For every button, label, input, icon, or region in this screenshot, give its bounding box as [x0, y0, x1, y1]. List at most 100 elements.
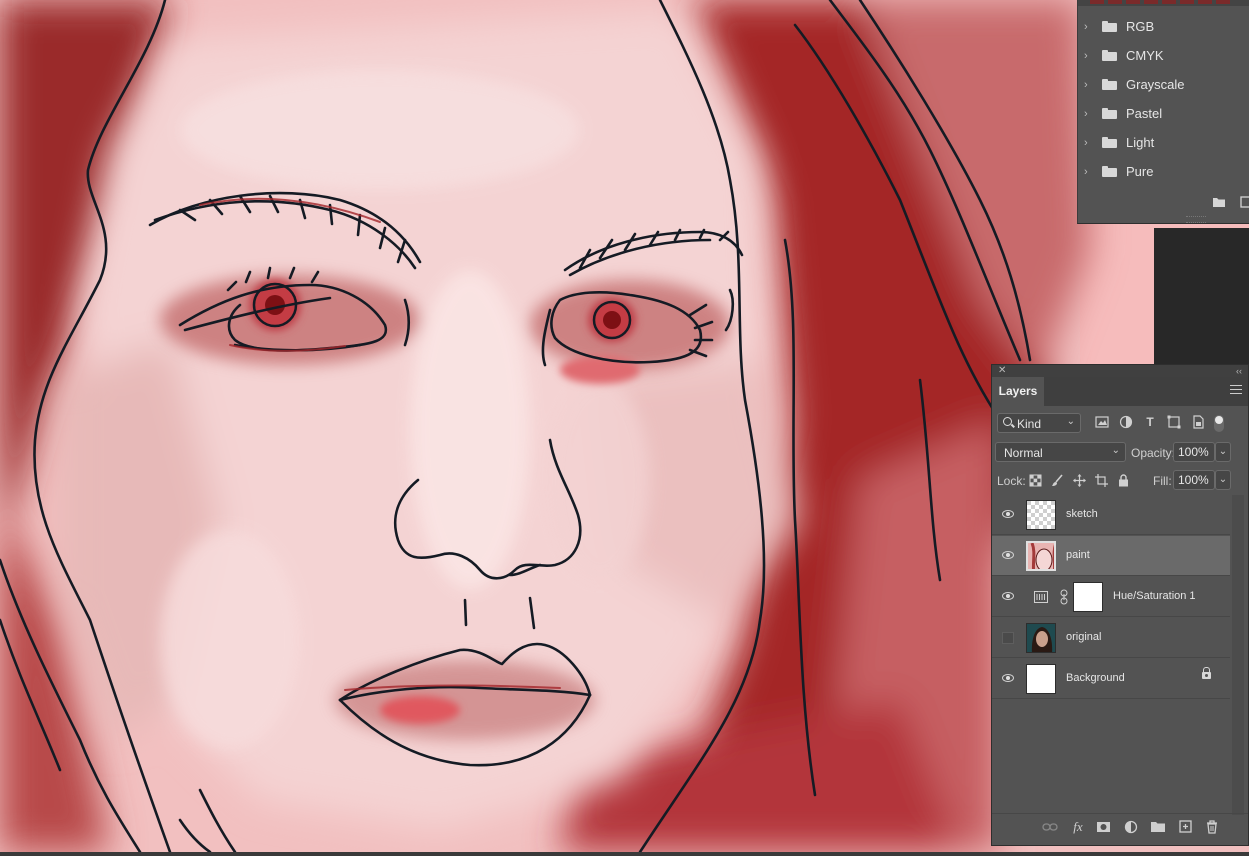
layer-name[interactable]: sketch	[1066, 508, 1098, 520]
chevron-right-icon[interactable]: ›	[1084, 21, 1098, 33]
status-bar	[0, 852, 1249, 856]
new-swatch-icon[interactable]	[1240, 196, 1249, 208]
panel-title-bar[interactable]: ✕ ‹‹	[992, 365, 1248, 377]
layer-thumbnail-background	[1026, 664, 1056, 694]
layer-name[interactable]: Background	[1066, 672, 1125, 684]
smart-object-filter-icon[interactable]	[1191, 415, 1205, 429]
link-layers-icon[interactable]	[1042, 819, 1058, 835]
filter-kind-label: Kind	[1017, 417, 1042, 431]
swatch-group-label: Pastel	[1126, 106, 1163, 121]
swatch-group-label: CMYK	[1126, 48, 1164, 63]
fill-label: Fill:	[1153, 474, 1172, 488]
type-layer-filter-icon[interactable]: T	[1143, 415, 1157, 429]
lock-position-move-icon[interactable]	[1073, 474, 1086, 487]
swatch-group-light[interactable]: › Light	[1078, 128, 1249, 157]
visibility-eye-icon[interactable]	[1002, 674, 1014, 682]
opacity-dropdown[interactable]: ⌄	[1215, 442, 1231, 462]
filter-toggle-switch[interactable]	[1214, 415, 1224, 432]
blend-mode-select[interactable]: Normal ⌄	[995, 442, 1126, 462]
opacity-input[interactable]: 100%	[1173, 442, 1215, 462]
layer-name[interactable]: original	[1066, 631, 1101, 643]
swatch-group-grayscale[interactable]: › Grayscale	[1078, 70, 1249, 99]
chevron-down-icon: ⌄	[1066, 416, 1075, 427]
layers-panel: ✕ ‹‹ Layers Kind ⌄ T Normal ⌄ Opacity: 1…	[991, 364, 1249, 846]
layers-footer: fx	[992, 813, 1248, 840]
blend-mode-value: Normal	[1004, 446, 1043, 460]
tab-layers[interactable]: Layers	[992, 377, 1044, 406]
chevron-right-icon[interactable]: ›	[1084, 108, 1098, 120]
swatch-group-label: RGB	[1126, 19, 1155, 34]
chevron-right-icon[interactable]: ›	[1084, 79, 1098, 91]
adjustment-layer-filter-icon[interactable]	[1119, 415, 1133, 429]
swatch-group-label: Light	[1126, 135, 1155, 150]
new-group-folder-icon[interactable]	[1212, 196, 1226, 208]
folder-icon	[1102, 166, 1117, 177]
swatch-group-label: Grayscale	[1126, 77, 1185, 92]
hue-saturation-adjustment-icon	[1034, 591, 1048, 603]
fx-layer-style-icon[interactable]: fx	[1070, 819, 1086, 835]
new-fill-adjustment-icon[interactable]	[1124, 819, 1140, 835]
lock-all-icon[interactable]	[1117, 474, 1130, 487]
swatch-group-label: Pure	[1126, 164, 1154, 179]
collapse-icon[interactable]: ‹‹	[1236, 365, 1242, 377]
lock-icon[interactable]	[1202, 667, 1211, 679]
folder-icon	[1102, 79, 1117, 90]
panel-menu-icon[interactable]	[1230, 385, 1242, 397]
visibility-eye-icon[interactable]	[1002, 551, 1014, 559]
folder-icon	[1102, 108, 1117, 119]
layer-name[interactable]: Hue/Saturation 1	[1113, 590, 1196, 602]
layer-row-paint[interactable]: paint	[992, 536, 1230, 576]
pixel-layer-filter-icon[interactable]	[1095, 415, 1109, 429]
visibility-eye-icon[interactable]	[1002, 592, 1014, 600]
folder-icon	[1102, 21, 1117, 32]
swatch-group-pure[interactable]: › Pure	[1078, 157, 1249, 186]
swatch-group-pastel[interactable]: › Pastel	[1078, 99, 1249, 128]
resize-grip[interactable]	[1186, 216, 1206, 223]
folder-icon	[1102, 50, 1117, 61]
lock-label: Lock:	[997, 474, 1026, 488]
fill-dropdown[interactable]: ⌄	[1215, 470, 1231, 490]
layer-thumbnail-transparent	[1026, 500, 1056, 530]
layer-row-original[interactable]: original	[992, 618, 1230, 658]
fill-input[interactable]: 100%	[1173, 470, 1215, 490]
layer-thumbnail-paint	[1026, 541, 1056, 571]
swatch-group-cmyk[interactable]: › CMYK	[1078, 41, 1249, 70]
chevron-down-icon: ⌄	[1111, 445, 1120, 456]
layer-row-sketch[interactable]: sketch	[992, 495, 1230, 535]
opacity-label: Opacity:	[1131, 446, 1176, 460]
layers-list: sketch paint Hue/Saturation 1 original B…	[992, 495, 1230, 701]
visibility-off-box[interactable]	[1002, 632, 1014, 644]
close-icon[interactable]: ✕	[998, 365, 1006, 377]
layer-name[interactable]: paint	[1066, 549, 1090, 561]
blend-row: Normal ⌄ Opacity: 100% ⌄	[992, 441, 1248, 465]
chevron-right-icon[interactable]: ›	[1084, 50, 1098, 62]
folder-icon	[1102, 137, 1117, 148]
link-chain-icon[interactable]	[1060, 589, 1068, 605]
lock-image-pixels-brush-icon[interactable]	[1051, 474, 1064, 487]
lock-row: Lock: Fill: 100% ⌄	[992, 469, 1248, 493]
scrollbar-track[interactable]	[1232, 495, 1244, 815]
layer-mask-thumbnail[interactable]	[1073, 582, 1103, 612]
lock-artboard-icon[interactable]	[1095, 474, 1108, 487]
chevron-right-icon[interactable]: ›	[1084, 166, 1098, 178]
layer-filter-row: Kind ⌄ T	[992, 411, 1248, 437]
swatches-footer	[1078, 190, 1249, 216]
new-layer-icon[interactable]	[1178, 819, 1194, 835]
swatches-panel: › RGB › CMYK › Grayscale › Pastel › Ligh…	[1077, 0, 1249, 224]
delete-layer-trash-icon[interactable]	[1204, 819, 1220, 835]
swatch-group-rgb[interactable]: › RGB	[1078, 12, 1249, 41]
layer-row-hue-saturation[interactable]: Hue/Saturation 1	[992, 577, 1230, 617]
swatch-strip	[1078, 0, 1249, 6]
filter-kind-select[interactable]: Kind ⌄	[997, 413, 1081, 433]
workspace-background	[1154, 228, 1249, 364]
lock-transparent-pixels-icon[interactable]	[1029, 474, 1042, 487]
new-group-folder-icon[interactable]	[1150, 819, 1166, 835]
add-mask-icon[interactable]	[1096, 819, 1112, 835]
layer-thumbnail-original	[1026, 623, 1056, 653]
shape-layer-filter-icon[interactable]	[1167, 415, 1181, 429]
layer-row-background[interactable]: Background	[992, 659, 1230, 699]
chevron-right-icon[interactable]: ›	[1084, 137, 1098, 149]
visibility-eye-icon[interactable]	[1002, 510, 1014, 518]
search-icon	[1003, 417, 1012, 426]
panel-tab-bar: Layers	[992, 377, 1248, 406]
